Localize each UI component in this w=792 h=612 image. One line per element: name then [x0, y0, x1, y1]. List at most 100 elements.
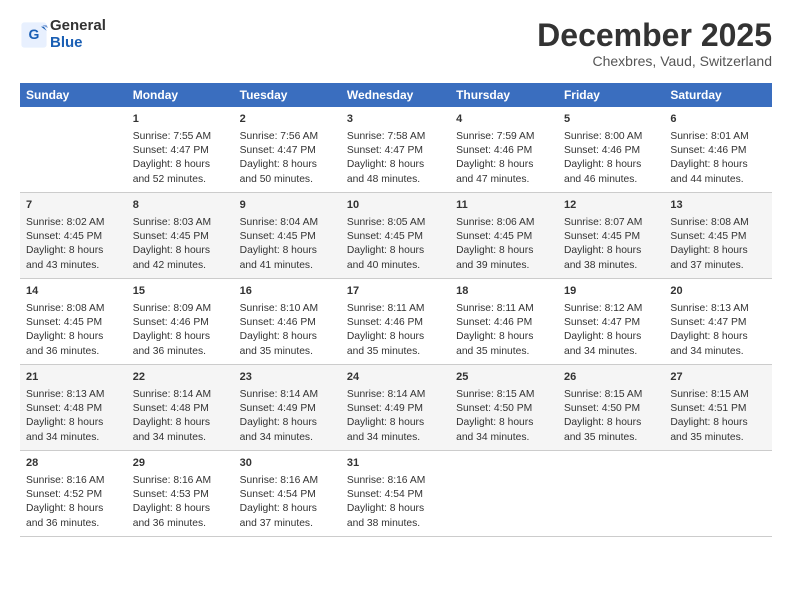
day-number: 29	[133, 456, 228, 471]
svg-text:G: G	[29, 26, 40, 42]
day-info: Sunset: 4:45 PM	[564, 230, 658, 244]
day-info: Sunset: 4:46 PM	[564, 144, 658, 158]
calendar-cell: 24Sunrise: 8:14 AMSunset: 4:49 PMDayligh…	[341, 365, 450, 451]
calendar-cell: 26Sunrise: 8:15 AMSunset: 4:50 PMDayligh…	[558, 365, 664, 451]
calendar-cell	[664, 451, 772, 537]
day-info: Sunset: 4:47 PM	[347, 144, 444, 158]
day-info: Sunset: 4:46 PM	[670, 144, 766, 158]
day-info: Sunrise: 7:58 AM	[347, 130, 444, 144]
day-info: Sunrise: 8:09 AM	[133, 302, 228, 316]
day-info: and 34 minutes.	[240, 431, 335, 445]
calendar-cell: 16Sunrise: 8:10 AMSunset: 4:46 PMDayligh…	[234, 279, 341, 365]
day-info: Daylight: 8 hours	[240, 244, 335, 258]
day-info: Daylight: 8 hours	[26, 502, 121, 516]
calendar-cell: 14Sunrise: 8:08 AMSunset: 4:45 PMDayligh…	[20, 279, 127, 365]
day-info: and 34 minutes.	[347, 431, 444, 445]
day-info: Daylight: 8 hours	[670, 158, 766, 172]
calendar-cell	[450, 451, 558, 537]
day-number: 21	[26, 370, 121, 385]
month-title: December 2025	[537, 18, 772, 53]
day-info: Sunset: 4:45 PM	[26, 230, 121, 244]
day-info: Sunset: 4:46 PM	[240, 316, 335, 330]
calendar-cell: 11Sunrise: 8:06 AMSunset: 4:45 PMDayligh…	[450, 193, 558, 279]
calendar-cell: 22Sunrise: 8:14 AMSunset: 4:48 PMDayligh…	[127, 365, 234, 451]
day-number: 16	[240, 284, 335, 299]
calendar-cell	[20, 107, 127, 193]
day-info: Sunrise: 8:14 AM	[240, 388, 335, 402]
day-info: Daylight: 8 hours	[564, 416, 658, 430]
day-info: and 34 minutes.	[564, 345, 658, 359]
day-info: Sunrise: 8:11 AM	[456, 302, 552, 316]
day-info: Daylight: 8 hours	[133, 244, 228, 258]
day-info: Sunrise: 7:55 AM	[133, 130, 228, 144]
day-info: Sunset: 4:48 PM	[26, 402, 121, 416]
day-number: 20	[670, 284, 766, 299]
day-info: and 47 minutes.	[456, 173, 552, 187]
day-info: Sunrise: 7:56 AM	[240, 130, 335, 144]
week-row-4: 21Sunrise: 8:13 AMSunset: 4:48 PMDayligh…	[20, 365, 772, 451]
calendar-cell: 10Sunrise: 8:05 AMSunset: 4:45 PMDayligh…	[341, 193, 450, 279]
day-info: and 35 minutes.	[670, 431, 766, 445]
day-info: Daylight: 8 hours	[347, 158, 444, 172]
day-info: Daylight: 8 hours	[456, 416, 552, 430]
week-row-5: 28Sunrise: 8:16 AMSunset: 4:52 PMDayligh…	[20, 451, 772, 537]
calendar-cell: 13Sunrise: 8:08 AMSunset: 4:45 PMDayligh…	[664, 193, 772, 279]
day-info: Sunrise: 8:00 AM	[564, 130, 658, 144]
day-number: 7	[26, 198, 121, 213]
day-info: Sunrise: 8:10 AM	[240, 302, 335, 316]
day-info: Daylight: 8 hours	[133, 330, 228, 344]
day-info: and 37 minutes.	[670, 259, 766, 273]
day-info: and 34 minutes.	[456, 431, 552, 445]
day-info: Daylight: 8 hours	[133, 158, 228, 172]
day-info: Sunset: 4:50 PM	[456, 402, 552, 416]
day-number: 30	[240, 456, 335, 471]
day-info: Sunset: 4:47 PM	[564, 316, 658, 330]
day-info: and 34 minutes.	[26, 431, 121, 445]
calendar-cell: 31Sunrise: 8:16 AMSunset: 4:54 PMDayligh…	[341, 451, 450, 537]
day-info: Sunrise: 8:16 AM	[26, 474, 121, 488]
day-info: Sunrise: 8:02 AM	[26, 216, 121, 230]
day-info: Sunset: 4:53 PM	[133, 488, 228, 502]
day-info: Sunset: 4:45 PM	[240, 230, 335, 244]
day-info: Daylight: 8 hours	[564, 158, 658, 172]
day-info: Daylight: 8 hours	[133, 502, 228, 516]
day-info: and 36 minutes.	[133, 345, 228, 359]
day-info: and 42 minutes.	[133, 259, 228, 273]
day-info: Daylight: 8 hours	[26, 416, 121, 430]
day-info: and 35 minutes.	[564, 431, 658, 445]
day-number: 13	[670, 198, 766, 213]
day-info: Sunrise: 8:13 AM	[26, 388, 121, 402]
calendar-cell: 21 Sunrise: 8:13 AMSunset: 4:48 PMDayligh…	[20, 365, 127, 451]
calendar-cell: 27Sunrise: 8:15 AMSunset: 4:51 PMDayligh…	[664, 365, 772, 451]
day-info: Sunrise: 8:15 AM	[456, 388, 552, 402]
day-info: and 35 minutes.	[456, 345, 552, 359]
day-info: Daylight: 8 hours	[26, 244, 121, 258]
day-info: Sunrise: 7:59 AM	[456, 130, 552, 144]
day-info: Sunrise: 8:14 AM	[347, 388, 444, 402]
day-number: 3	[347, 112, 444, 127]
day-number: 18	[456, 284, 552, 299]
day-info: and 35 minutes.	[347, 345, 444, 359]
day-info: Sunset: 4:52 PM	[26, 488, 121, 502]
day-number: 5	[564, 112, 658, 127]
day-info: Daylight: 8 hours	[26, 330, 121, 344]
day-info: and 37 minutes.	[240, 517, 335, 531]
calendar-cell: 28Sunrise: 8:16 AMSunset: 4:52 PMDayligh…	[20, 451, 127, 537]
day-info: Daylight: 8 hours	[670, 416, 766, 430]
day-info: Sunset: 4:46 PM	[456, 144, 552, 158]
day-info: Sunset: 4:46 PM	[133, 316, 228, 330]
day-info: Sunrise: 8:15 AM	[564, 388, 658, 402]
calendar-cell: 1Sunrise: 7:55 AMSunset: 4:47 PMDaylight…	[127, 107, 234, 193]
calendar-cell: 3 Sunrise: 7:58 AMSunset: 4:47 PMDaylight…	[341, 107, 450, 193]
day-info: and 36 minutes.	[26, 517, 121, 531]
day-info: Daylight: 8 hours	[347, 416, 444, 430]
logo-blue: Blue	[50, 34, 83, 51]
day-info: Daylight: 8 hours	[347, 502, 444, 516]
day-info: Sunset: 4:49 PM	[240, 402, 335, 416]
header-row: SundayMondayTuesdayWednesdayThursdayFrid…	[20, 83, 772, 107]
day-number: 26	[564, 370, 658, 385]
weekday-header-monday: Monday	[127, 83, 234, 107]
day-info: and 41 minutes.	[240, 259, 335, 273]
day-info: Daylight: 8 hours	[240, 502, 335, 516]
day-info: Sunrise: 8:13 AM	[670, 302, 766, 316]
